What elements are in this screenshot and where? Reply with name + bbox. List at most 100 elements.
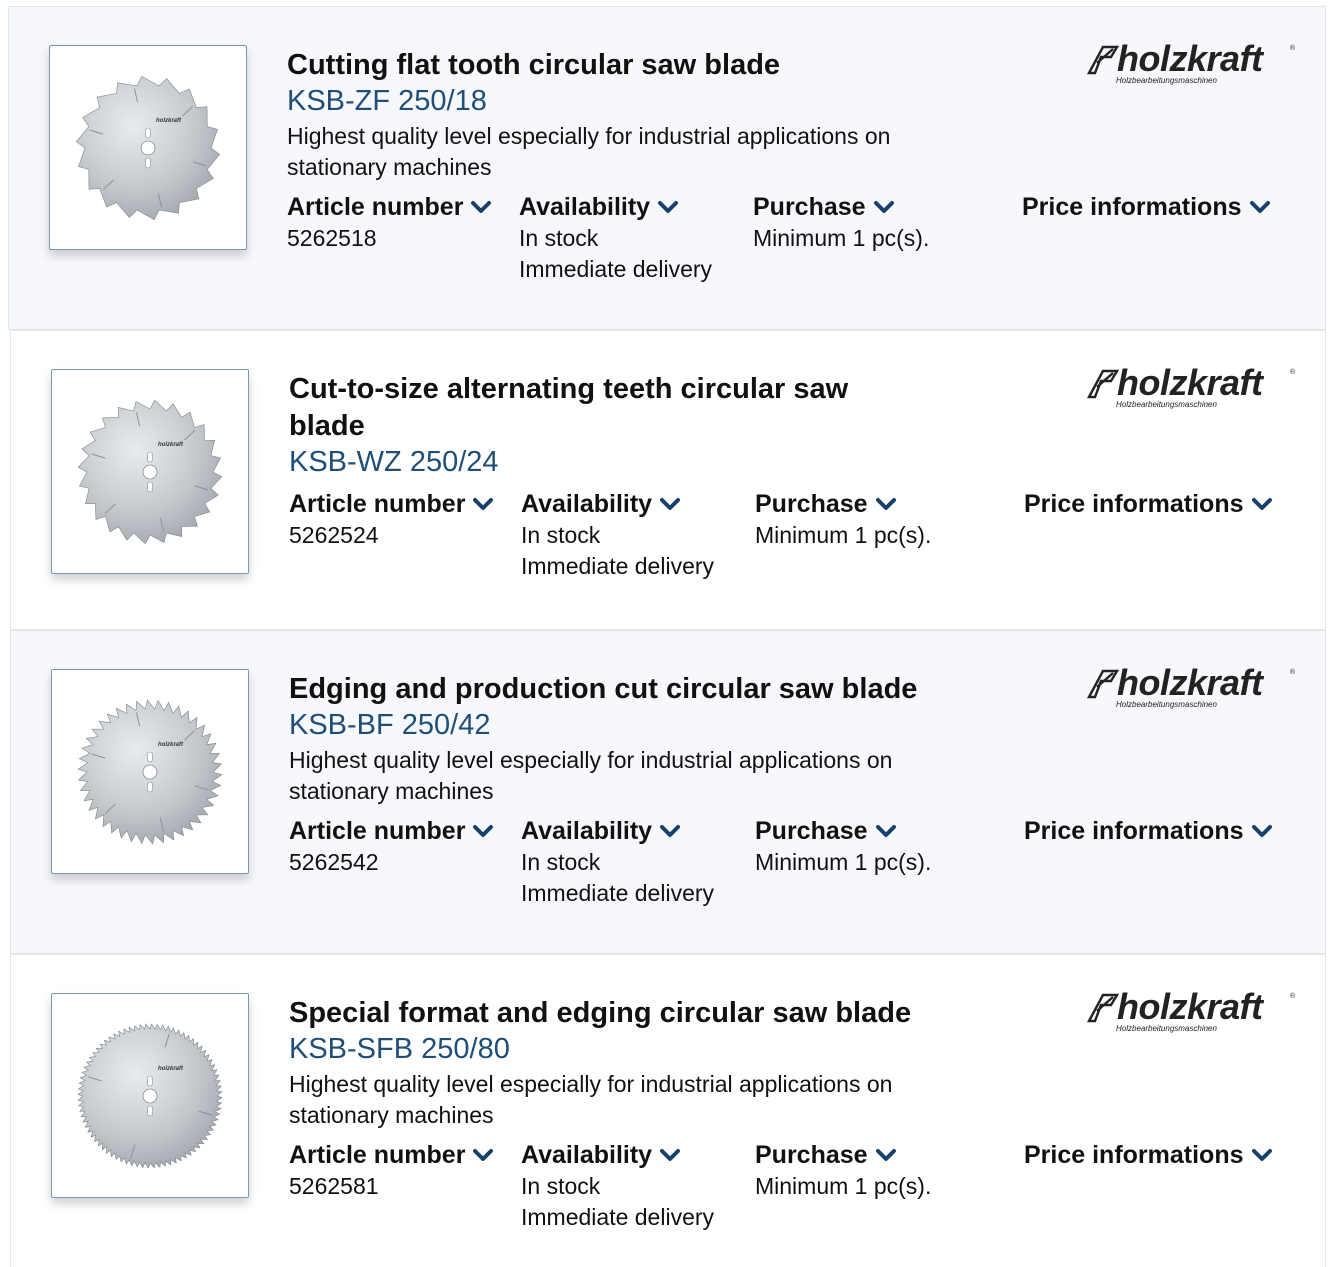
- chevron-down-icon: [875, 825, 896, 837]
- purchase-toggle[interactable]: Purchase: [755, 1140, 931, 1170]
- brand-logo[interactable]: holzkraft Holzbearbeitungsmaschinen ®: [1087, 987, 1295, 1039]
- availability-toggle[interactable]: Availability: [521, 489, 714, 519]
- availability-label: Availability: [521, 817, 653, 845]
- product-image[interactable]: holzkraft: [51, 669, 249, 874]
- product-description: Highest quality level especially for ind…: [289, 747, 893, 804]
- product-description: Highest quality level especially for ind…: [287, 123, 891, 180]
- product-card: holzkraft Special format and edging circ…: [10, 954, 1326, 1267]
- blade-brand-print: holzkraft: [158, 1066, 184, 1072]
- minimum-quantity: Minimum 1 pc(s).: [755, 522, 932, 548]
- price-informations-toggle[interactable]: Price informations: [1024, 1140, 1273, 1170]
- purchase-toggle[interactable]: Purchase: [755, 489, 931, 519]
- article-number-toggle[interactable]: Article number: [289, 816, 494, 846]
- brand-logo[interactable]: holzkraft Holzbearbeitungsmaschinen ®: [1087, 39, 1295, 91]
- price-column: Price informations: [1024, 816, 1273, 846]
- article-number-label: Article number: [289, 1141, 466, 1169]
- article-number-column: Article number 5262524: [289, 489, 494, 551]
- brand-logo[interactable]: holzkraft Holzbearbeitungsmaschinen ®: [1087, 663, 1295, 715]
- product-title[interactable]: Special format and edging circular saw b…: [289, 995, 989, 1032]
- product-image[interactable]: holzkraft: [49, 45, 247, 250]
- article-number-toggle[interactable]: Article number: [289, 1140, 494, 1170]
- purchase-label: Purchase: [755, 490, 868, 518]
- availability-toggle[interactable]: Availability: [521, 816, 714, 846]
- blade-pin-hole: [147, 751, 153, 762]
- price-informations-label: Price informations: [1024, 490, 1244, 518]
- delivery-status: Immediate delivery: [521, 880, 715, 906]
- purchase-toggle[interactable]: Purchase: [755, 816, 931, 846]
- article-number-toggle[interactable]: Article number: [287, 192, 492, 222]
- availability-label: Availability: [521, 490, 653, 518]
- chevron-down-icon: [660, 498, 681, 510]
- brand-name: holzkraft: [1117, 662, 1263, 703]
- chevron-down-icon: [473, 1149, 494, 1161]
- article-number-toggle[interactable]: Article number: [289, 489, 494, 519]
- purchase-label: Purchase: [755, 1141, 868, 1169]
- purchase-toggle[interactable]: Purchase: [753, 192, 929, 222]
- saw-blade-image: holzkraft: [77, 698, 223, 845]
- product-info: Cut-to-size alternating teeth circular s…: [289, 371, 1272, 589]
- product-model[interactable]: KSB-ZF 250/18: [287, 84, 987, 118]
- availability-column: Availability In stock Immediate delivery: [521, 489, 714, 582]
- chevron-down-icon: [875, 498, 896, 510]
- blade-pin-hole: [147, 451, 153, 462]
- availability-toggle[interactable]: Availability: [521, 1140, 714, 1170]
- product-title[interactable]: Cut-to-size alternating teeth circular s…: [289, 371, 929, 445]
- price-column: Price informations: [1024, 1140, 1273, 1170]
- blade-brand-print: holzkraft: [158, 442, 184, 448]
- brand-tagline: Holzbearbeitungsmaschinen: [1116, 400, 1217, 409]
- saw-blade-image: holzkraft: [75, 75, 221, 220]
- price-informations-toggle[interactable]: Price informations: [1022, 192, 1271, 222]
- purchase-column: Purchase Minimum 1 pc(s).: [755, 1140, 931, 1202]
- brand-name: holzkraft: [1117, 986, 1263, 1027]
- product-title[interactable]: Edging and production cut circular saw b…: [289, 671, 989, 708]
- product-model[interactable]: KSB-SFB 250/80: [289, 1032, 989, 1066]
- price-column: Price informations: [1024, 489, 1273, 519]
- purchase-column: Purchase Minimum 1 pc(s).: [753, 192, 929, 254]
- blade-brand-print: holzkraft: [156, 118, 182, 124]
- stock-status: In stock: [521, 522, 601, 548]
- registered-mark: ®: [1289, 45, 1295, 52]
- blade-brand-print: holzkraft: [158, 742, 184, 748]
- minimum-quantity: Minimum 1 pc(s).: [753, 225, 930, 251]
- product-title[interactable]: Cutting flat tooth circular saw blade: [287, 47, 987, 84]
- product-image[interactable]: holzkraft: [51, 993, 249, 1198]
- minimum-quantity: Minimum 1 pc(s).: [755, 849, 932, 875]
- availability-column: Availability In stock Immediate delivery: [521, 816, 714, 909]
- holzkraft-logo-icon: [1087, 369, 1119, 399]
- article-number-column: Article number 5262581: [289, 1140, 494, 1202]
- purchase-label: Purchase: [753, 193, 866, 221]
- blade-bore: [142, 764, 158, 779]
- blade-bore: [142, 464, 158, 479]
- blade-pin-hole: [147, 1105, 153, 1116]
- stock-status: In stock: [519, 225, 599, 251]
- product-details: Article number 5262542 Availability In s…: [289, 816, 1272, 916]
- availability-toggle[interactable]: Availability: [519, 192, 712, 222]
- price-informations-toggle[interactable]: Price informations: [1024, 816, 1273, 846]
- delivery-status: Immediate delivery: [519, 256, 713, 282]
- article-number-column: Article number 5262518: [287, 192, 492, 254]
- chevron-down-icon: [473, 825, 494, 837]
- chevron-down-icon: [1251, 498, 1272, 510]
- product-model[interactable]: KSB-WZ 250/24: [289, 445, 929, 479]
- article-number-value: 5262524: [289, 522, 379, 548]
- price-informations-toggle[interactable]: Price informations: [1024, 489, 1273, 519]
- chevron-down-icon: [660, 1149, 681, 1161]
- product-card: holzkraft Cutting flat tooth circular sa…: [8, 6, 1326, 330]
- availability-column: Availability In stock Immediate delivery: [519, 192, 712, 285]
- blade-bore: [142, 1088, 158, 1103]
- availability-label: Availability: [521, 1141, 653, 1169]
- stock-status: In stock: [521, 1173, 601, 1199]
- saw-blade-image: holzkraft: [77, 1022, 223, 1169]
- chevron-down-icon: [473, 498, 494, 510]
- brand-logo[interactable]: holzkraft Holzbearbeitungsmaschinen ®: [1087, 363, 1295, 415]
- product-image[interactable]: holzkraft: [51, 369, 249, 574]
- purchase-column: Purchase Minimum 1 pc(s).: [755, 816, 931, 878]
- product-model[interactable]: KSB-BF 250/42: [289, 708, 989, 742]
- stock-status: In stock: [521, 849, 601, 875]
- article-number-label: Article number: [287, 193, 464, 221]
- chevron-down-icon: [873, 201, 894, 213]
- chevron-down-icon: [658, 201, 679, 213]
- registered-mark: ®: [1289, 669, 1295, 676]
- chevron-down-icon: [471, 201, 492, 213]
- article-number-value: 5262542: [289, 849, 379, 875]
